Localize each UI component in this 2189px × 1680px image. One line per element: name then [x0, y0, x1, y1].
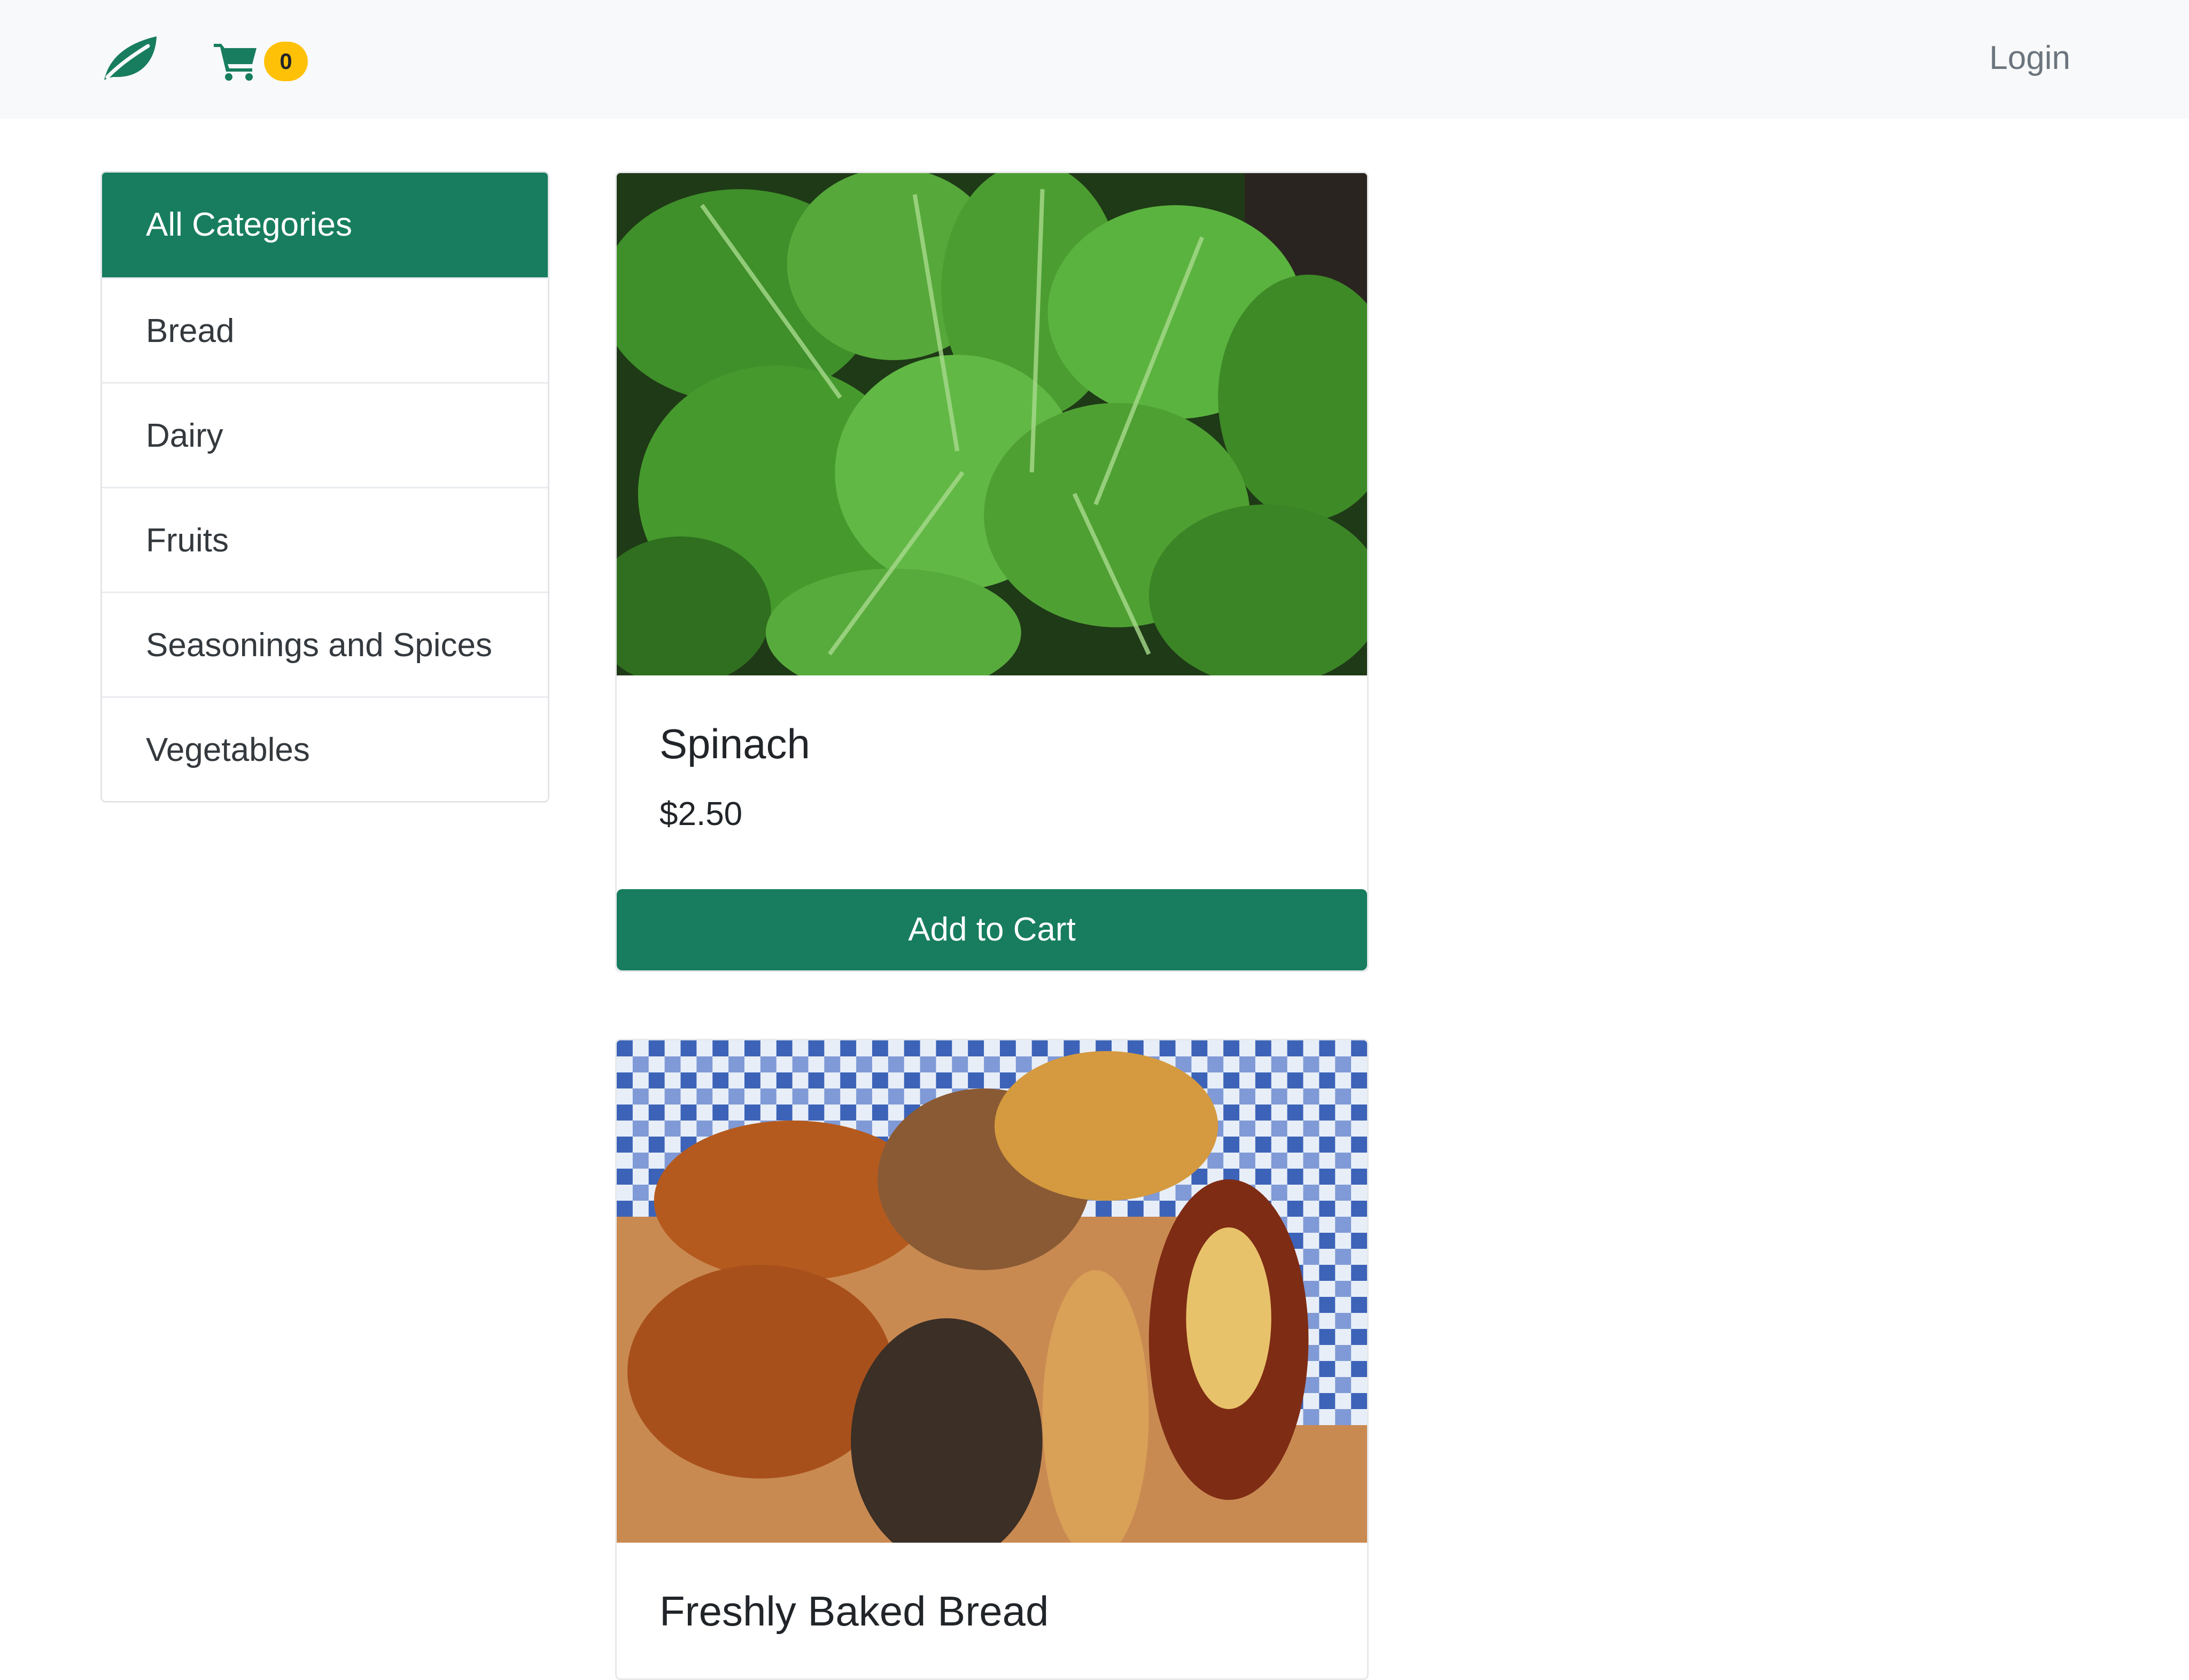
- navbar: 0 Login: [0, 0, 2189, 119]
- category-item-bread[interactable]: Bread: [102, 277, 548, 382]
- product-price: $2.50: [659, 796, 743, 833]
- product-body: Spinach $2.50: [617, 675, 1367, 836]
- shopping-cart-icon: [214, 44, 257, 81]
- product-name: Spinach: [659, 720, 810, 767]
- product-card: Freshly Baked Bread: [615, 1039, 1369, 1680]
- category-item-vegetables[interactable]: Vegetables: [102, 696, 548, 801]
- bread-rolls-photo[interactable]: [617, 1040, 1367, 1543]
- category-list: All Categories Bread Dairy Fruits Season…: [100, 171, 549, 803]
- product-body: Freshly Baked Bread: [617, 1543, 1367, 1638]
- category-item-all[interactable]: All Categories: [102, 173, 548, 277]
- spinach-leaves-photo[interactable]: [617, 173, 1367, 675]
- product-card: Spinach $2.50 Add to Cart: [615, 172, 1369, 972]
- leaf-icon[interactable]: [99, 33, 160, 84]
- cart-link[interactable]: 0: [213, 37, 314, 85]
- cart-count-badge: 0: [264, 42, 308, 81]
- add-to-cart-button[interactable]: Add to Cart: [617, 889, 1367, 970]
- category-item-seasonings-and-spices[interactable]: Seasonings and Spices: [102, 592, 548, 696]
- login-link[interactable]: Login: [1989, 33, 2070, 83]
- category-item-dairy[interactable]: Dairy: [102, 382, 548, 487]
- product-name: Freshly Baked Bread: [659, 1588, 1049, 1635]
- category-item-fruits[interactable]: Fruits: [102, 487, 548, 592]
